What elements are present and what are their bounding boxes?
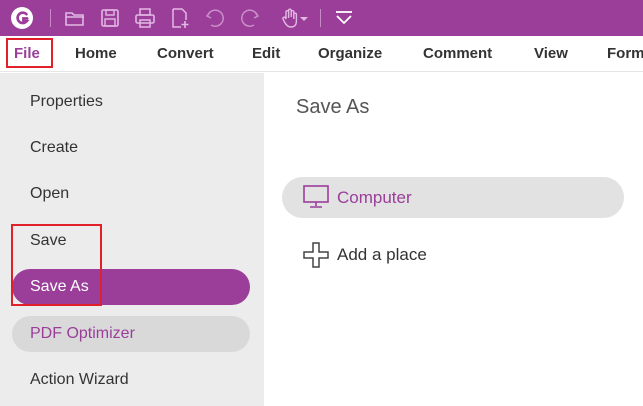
dropdown-arrow-icon[interactable] xyxy=(298,7,310,29)
save-icon[interactable] xyxy=(99,7,121,29)
print-icon[interactable] xyxy=(134,7,156,29)
undo-icon[interactable] xyxy=(204,7,226,29)
toolbar-separator xyxy=(320,9,321,27)
left-item-create[interactable]: Create xyxy=(30,134,78,162)
location-computer[interactable] xyxy=(282,177,624,218)
menu-convert[interactable]: Convert xyxy=(157,36,214,72)
menu-form[interactable]: Form xyxy=(607,36,643,72)
app-logo-icon[interactable] xyxy=(10,6,34,30)
left-item-properties[interactable]: Properties xyxy=(30,88,103,116)
page-title: Save As xyxy=(296,96,370,118)
save-highlight-box xyxy=(11,224,102,306)
customize-toolbar-icon[interactable] xyxy=(333,7,355,29)
menu-comment[interactable]: Comment xyxy=(423,36,492,72)
left-item-open[interactable]: Open xyxy=(30,180,69,208)
open-folder-icon[interactable] xyxy=(64,7,86,29)
menu-edit[interactable]: Edit xyxy=(252,36,280,72)
computer-icon xyxy=(303,185,329,208)
title-bar xyxy=(0,0,643,36)
left-item-action-wizard[interactable]: Action Wizard xyxy=(30,366,129,394)
new-document-icon[interactable] xyxy=(169,7,191,29)
plus-icon[interactable] xyxy=(302,241,330,269)
redo-icon[interactable] xyxy=(239,7,261,29)
left-item-pdf-optimizer-label: PDF Optimizer xyxy=(30,325,135,342)
toolbar-separator xyxy=(50,9,51,27)
location-computer-label: Computer xyxy=(337,188,412,207)
menu-home[interactable]: Home xyxy=(75,36,117,72)
file-highlight-box xyxy=(6,38,53,68)
menu-organize[interactable]: Organize xyxy=(318,36,382,72)
menu-view[interactable]: View xyxy=(534,36,568,72)
menu-bar: File Home Convert Edit Organize Comment … xyxy=(0,36,643,72)
add-a-place-link[interactable]: Add a place xyxy=(337,245,427,265)
